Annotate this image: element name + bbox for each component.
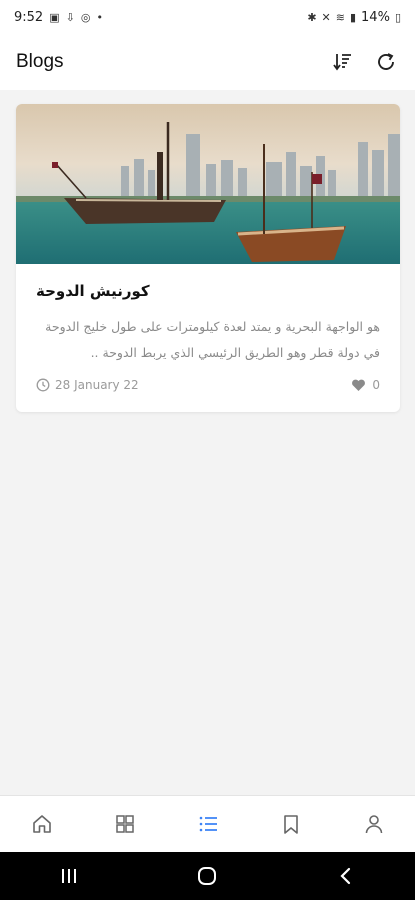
back-icon bbox=[340, 867, 350, 885]
bookmark-icon bbox=[283, 815, 298, 834]
battery-icon: ▯ bbox=[394, 10, 401, 24]
like-button[interactable]: 0 bbox=[351, 378, 380, 392]
blog-card-title-text: كورنيش الدوحة bbox=[36, 282, 150, 300]
download-notification-icon: ⇩ bbox=[65, 10, 75, 24]
nav-profile[interactable] bbox=[344, 796, 404, 853]
like-count: 0 bbox=[372, 378, 380, 392]
recent-apps-button[interactable] bbox=[29, 852, 109, 900]
mute-icon: ✕ bbox=[321, 10, 331, 24]
list-icon bbox=[199, 816, 217, 832]
sort-icon bbox=[333, 54, 351, 71]
blog-card-excerpt: هو الواجهة البحرية و يمتد لعدة كيلومترات… bbox=[45, 319, 380, 360]
blog-card-image bbox=[16, 104, 400, 264]
sort-button[interactable] bbox=[329, 49, 355, 75]
page-title: Blogs bbox=[16, 51, 64, 72]
nav-bookmarks[interactable] bbox=[261, 796, 321, 853]
home-icon bbox=[32, 815, 51, 833]
nav-categories[interactable] bbox=[95, 796, 155, 853]
sync-notification-icon: ◎ bbox=[80, 10, 91, 24]
image-notification-icon: ▣ bbox=[49, 10, 60, 24]
battery-percent: 14% bbox=[361, 9, 390, 25]
heart-icon bbox=[352, 379, 366, 391]
nav-home[interactable] bbox=[12, 796, 72, 853]
status-bar: 9:52 ▣ ⇩ ◎ • ✱ ✕ ≋ ▮ 14% ▯ bbox=[0, 0, 415, 34]
refresh-button[interactable] bbox=[373, 49, 399, 75]
profile-icon bbox=[365, 815, 382, 834]
blog-card-title: كورنيش الدوحة bbox=[36, 282, 380, 300]
recent-apps-icon bbox=[62, 869, 77, 883]
signal-icon: ▮ bbox=[349, 10, 357, 24]
app-header: Blogs bbox=[0, 34, 415, 90]
back-button[interactable] bbox=[306, 852, 386, 900]
home-circle-icon bbox=[198, 867, 217, 885]
clock-icon bbox=[36, 378, 50, 392]
wifi-icon: ≋ bbox=[335, 10, 345, 24]
blog-card-date: 28 January 22 bbox=[36, 378, 139, 392]
grid-icon bbox=[115, 815, 134, 833]
blog-card[interactable]: كورنيش الدوحة هو الواجهة البحرية و يمتد … bbox=[16, 104, 400, 412]
bottom-nav bbox=[0, 795, 415, 852]
home-button[interactable] bbox=[167, 852, 247, 900]
system-nav-bar bbox=[0, 852, 415, 900]
dot-notification-icon: • bbox=[96, 10, 103, 24]
refresh-icon bbox=[378, 53, 394, 70]
bluetooth-icon: ✱ bbox=[307, 10, 317, 24]
nav-blogs[interactable] bbox=[178, 796, 238, 853]
blog-card-date-text: 28 January 22 bbox=[55, 378, 139, 392]
blog-list: كورنيش الدوحة هو الواجهة البحرية و يمتد … bbox=[0, 90, 415, 795]
status-time: 9:52 bbox=[14, 9, 44, 25]
